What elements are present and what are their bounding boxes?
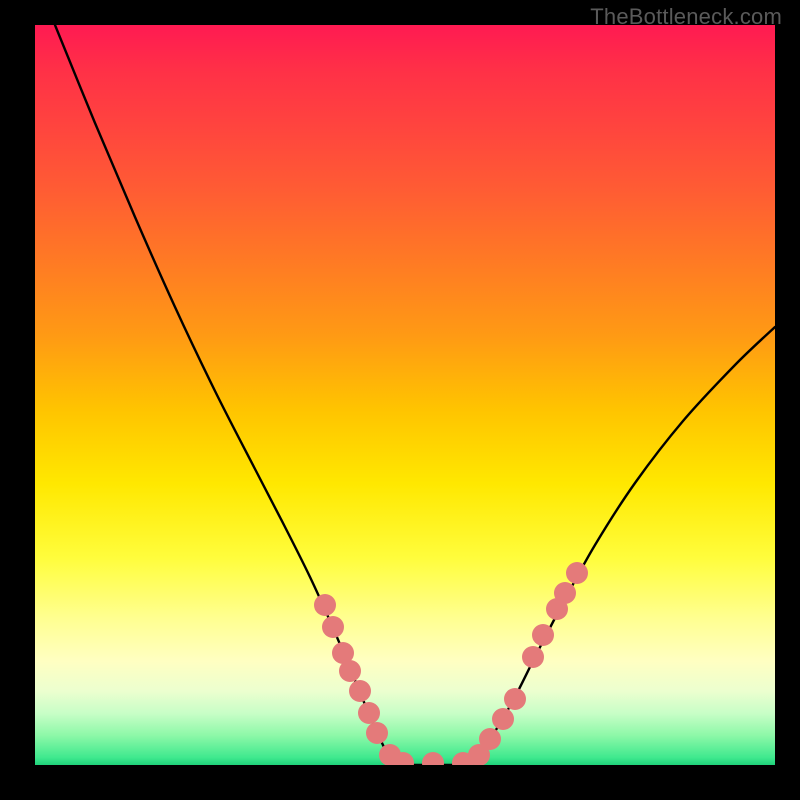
data-dot — [504, 688, 526, 710]
plot-area — [35, 25, 775, 765]
data-dot — [422, 752, 444, 765]
data-dot — [349, 680, 371, 702]
data-dot — [492, 708, 514, 730]
data-dot — [532, 624, 554, 646]
data-dot — [314, 594, 336, 616]
data-dot — [366, 722, 388, 744]
data-dot — [322, 616, 344, 638]
data-dot — [522, 646, 544, 668]
data-dot — [554, 582, 576, 604]
data-dot — [339, 660, 361, 682]
data-dot — [566, 562, 588, 584]
chart-svg — [35, 25, 775, 765]
data-dot — [479, 728, 501, 750]
data-dot — [358, 702, 380, 724]
outer-frame: TheBottleneck.com — [0, 0, 800, 800]
